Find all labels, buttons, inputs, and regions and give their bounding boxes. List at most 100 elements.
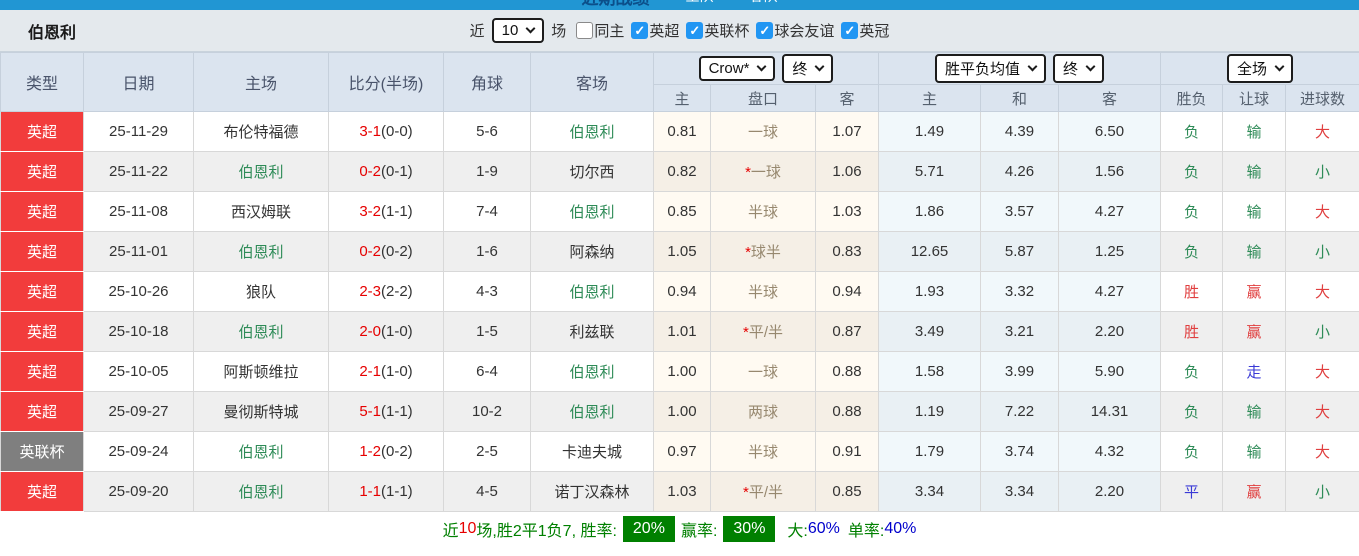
avg-lose-odds: 14.31 — [1058, 391, 1161, 432]
avg-lose-odds: 4.27 — [1058, 191, 1161, 232]
league-filter-checkbox[interactable] — [756, 22, 774, 39]
league-filter-item: 球会友谊 — [749, 20, 834, 41]
odds-home: 1.01 — [653, 311, 711, 352]
result-handicap: 输 — [1222, 431, 1286, 472]
avg-draw-odds: 3.32 — [980, 271, 1059, 312]
result-wdl: 平 — [1160, 471, 1223, 512]
result-goals: 大 — [1284, 351, 1359, 392]
avg-type-select[interactable]: 胜平负均值 — [934, 54, 1046, 83]
away-team: 伯恩利 — [530, 271, 654, 312]
avg-win-odds: 1.79 — [878, 431, 981, 472]
full-score: 3-1 — [359, 123, 381, 140]
avg-win-odds: 5.71 — [878, 151, 981, 192]
league-filters: 同主 英超 英联杯 球会友谊 英冠 — [569, 20, 889, 41]
half-score: (1-1) — [381, 483, 413, 500]
sub-header-odds-away: 客 — [815, 84, 879, 112]
result-handicap: 输 — [1222, 231, 1286, 272]
handicap-line: *一球 — [710, 151, 816, 192]
avg-time-select[interactable]: 终 — [1053, 54, 1105, 83]
league-badge: 英超 — [0, 471, 84, 512]
score-cell: 1-1(1-1) — [328, 471, 444, 512]
chevron-down-icon — [1085, 61, 1096, 72]
avg-lose-odds: 1.56 — [1058, 151, 1161, 192]
chevron-down-icon — [756, 61, 767, 72]
handicap-line: 一球 — [710, 111, 816, 152]
away-team: 伯恩利 — [530, 111, 654, 152]
home-team: 伯恩利 — [193, 311, 329, 352]
avg-draw-odds: 3.21 — [980, 311, 1059, 352]
half-score: (0-2) — [381, 243, 413, 260]
avg-win-odds: 1.58 — [878, 351, 981, 392]
recent-count-select[interactable]: 10 — [491, 18, 545, 43]
full-score: 2-0 — [359, 323, 381, 340]
over-rate-label: 大: — [787, 522, 808, 540]
half-score: (1-1) — [381, 403, 413, 420]
table-header: 类型 日期 主场 比分(半场) 角球 客场 Crow* 终 胜平负均值 终 全场… — [0, 52, 1359, 112]
avg-lose-odds: 2.20 — [1058, 311, 1161, 352]
league-filter-checkbox[interactable] — [686, 22, 704, 39]
match-rows: 英超 25-11-29 布伦特福德 3-1(0-0) 5-6 伯恩利 0.81 … — [0, 111, 1359, 512]
result-wdl: 负 — [1160, 431, 1223, 472]
full-score: 0-2 — [359, 243, 381, 260]
league-badge: 英超 — [0, 391, 84, 432]
home-team: 西汉姆联 — [193, 191, 329, 232]
match-date: 25-10-18 — [83, 311, 194, 352]
handicap-line: *平/半 — [710, 311, 816, 352]
result-handicap: 输 — [1222, 151, 1286, 192]
result-goals: 大 — [1284, 271, 1359, 312]
avg-draw-odds: 4.26 — [980, 151, 1059, 192]
result-wdl: 负 — [1160, 351, 1223, 392]
score-cell: 1-2(0-2) — [328, 431, 444, 472]
league-filter-item: 同主 — [569, 20, 624, 41]
avg-draw-odds: 3.74 — [980, 431, 1059, 472]
result-goals: 小 — [1284, 231, 1359, 272]
avg-draw-odds: 3.34 — [980, 471, 1059, 512]
odds-home: 0.85 — [653, 191, 711, 232]
handicap-rate-badge: 30% — [723, 515, 776, 542]
handicap-line: 半球 — [710, 191, 816, 232]
league-filter-checkbox[interactable] — [576, 22, 594, 39]
score-cell: 2-1(1-0) — [328, 351, 444, 392]
full-score: 0-2 — [359, 163, 381, 180]
match-history-table: 类型 日期 主场 比分(半场) 角球 客场 Crow* 终 胜平负均值 终 全场… — [0, 52, 1359, 512]
odds-away: 0.83 — [815, 231, 879, 272]
league-badge: 英超 — [0, 351, 84, 392]
result-goals: 大 — [1284, 111, 1359, 152]
result-group-header: 全场 — [1159, 52, 1359, 85]
chevron-down-icon — [814, 61, 825, 72]
odds-home: 0.97 — [653, 431, 711, 472]
odds-away: 0.88 — [815, 391, 879, 432]
chevron-down-icon — [1027, 61, 1038, 72]
result-handicap: 赢 — [1222, 271, 1286, 312]
avg-win-odds: 1.19 — [878, 391, 981, 432]
away-team: 利兹联 — [530, 311, 654, 352]
result-wdl: 负 — [1160, 391, 1223, 432]
odds-home: 1.00 — [653, 391, 711, 432]
score-cell: 0-2(0-1) — [328, 151, 444, 192]
full-score: 2-1 — [359, 363, 381, 380]
sub-header-avg-draw: 和 — [980, 84, 1059, 112]
avg-lose-odds: 5.90 — [1058, 351, 1161, 392]
odds-company-select[interactable]: Crow* — [698, 56, 776, 81]
handicap-line: 两球 — [710, 391, 816, 432]
avg-win-odds: 1.49 — [878, 111, 981, 152]
scope-select[interactable]: 全场 — [1227, 54, 1294, 83]
table-row: 英超 25-10-18 伯恩利 2-0(1-0) 1-5 利兹联 1.01 *平… — [0, 311, 1359, 352]
top-nav-bar: 近期战绩 · 主队 · 客队 — [0, 0, 1359, 10]
tab-away-team[interactable]: 客队 — [750, 0, 778, 6]
league-filter-checkbox[interactable] — [631, 22, 649, 39]
league-filter-label: 球会友谊 — [774, 23, 835, 40]
table-row: 英联杯 25-09-24 伯恩利 1-2(0-2) 2-5 卡迪夫城 0.97 … — [0, 431, 1359, 472]
odds-away: 0.94 — [815, 271, 879, 312]
full-score: 3-2 — [359, 203, 381, 220]
odds-home: 0.82 — [653, 151, 711, 192]
avg-draw-odds: 4.39 — [980, 111, 1059, 152]
match-date: 25-10-05 — [83, 351, 194, 392]
odds-time-select[interactable]: 终 — [782, 54, 834, 83]
odds-home: 0.94 — [653, 271, 711, 312]
corner-score: 4-3 — [443, 271, 531, 312]
match-date: 25-09-24 — [83, 431, 194, 472]
league-filter-checkbox[interactable] — [841, 22, 859, 39]
tab-home-team[interactable]: 主队 — [686, 0, 714, 6]
home-team: 曼彻斯特城 — [193, 391, 329, 432]
